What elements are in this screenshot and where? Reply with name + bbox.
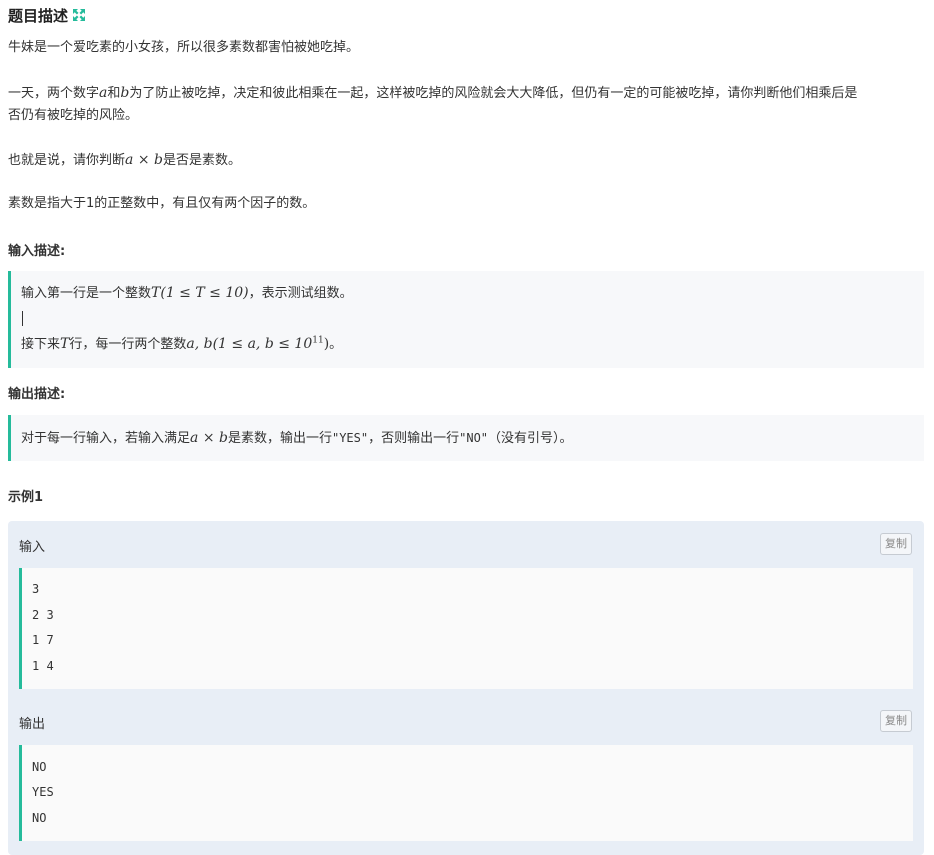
description-paragraph-1: 牛妹是一个爱吃素的小女孩，所以很多素数都害怕被她吃掉。 [8,40,360,55]
output-description-block: 对于每一行输入，若输入满足a × b是素数，输出一行"YES"，否则输出一行"N… [8,415,924,461]
copy-output-button[interactable]: 复制 [880,710,912,732]
input-line2-exponent: 11 [312,335,324,346]
input-description-block: 输入第一行是一个整数T(1 ≤ T ≤ 10)，表示测试组数。 接下来T行，每一… [8,271,924,368]
input-code-line: 1 4 [32,659,54,673]
page-title: 题目描述 [8,6,69,25]
p2-and: 和 [107,86,121,101]
var-b: b [120,85,130,101]
input-line1-a: 输入第一行是一个整数 [21,286,152,301]
example-output-label: 输出 [19,717,46,732]
input-code-line: 3 [32,582,40,596]
output-line-d: （没有引号）。 [488,431,573,446]
example-panel: 输入 复制 3 2 3 1 7 1 4 输出 复制 NO YES NO [8,521,924,855]
input-line1-b: ，表示测试组数。 [248,286,353,301]
input-desc-line-1: 输入第一行是一个整数T(1 ≤ T ≤ 10)，表示测试组数。 [21,282,353,301]
output-desc-line: 对于每一行输入，若输入满足a × b是素数，输出一行"YES"，否则输出一行"N… [21,427,573,446]
output-code-line: NO [32,760,47,774]
output-yes-code: "YES" [331,431,369,445]
output-code-line: YES [32,785,54,799]
input-line1-math: T(1 ≤ T ≤ 10) [151,285,249,301]
input-line2-T: T [60,336,70,352]
output-line-c: ，否则输出一行 [368,431,460,446]
output-description-label: 输出描述: [8,387,66,402]
description-paragraph-2: 一天，两个数字a和b为了防止被吃掉，决定和彼此相乘在一起，这样被吃掉的风险就会大… [8,82,926,127]
input-description-label: 输入描述: [8,244,66,259]
p3-text-a: 也就是说，请你判断 [8,153,126,168]
input-code-line: 2 3 [32,608,54,622]
expand-arrows-icon[interactable] [72,8,86,22]
input-line2-a: 接下来 [21,337,61,352]
example-label: 示例1 [8,490,44,505]
description-paragraph-4: 素数是指大于1的正整数中，有且仅有两个因子的数。 [8,196,316,211]
p3-text-b: 是否是素数。 [162,153,241,168]
p2-text-b: 为了防止被吃掉，决定和彼此相乘在一起，这样被吃掉的风险就会大大降低，但仍有一定的… [129,86,858,101]
output-no-code: "NO" [459,431,489,445]
output-line-a: 对于每一行输入，若输入满足 [21,431,191,446]
text-cursor [22,311,23,326]
problem-title-row: 题目描述 [8,4,86,26]
input-line2-math: a, b(1 ≤ a, b ≤ 10 [186,336,313,352]
input-line2-b: 行，每一行两个整数 [69,337,187,352]
input-line2-c: 。 [329,337,343,352]
example-input-code: 3 2 3 1 7 1 4 [19,568,913,689]
output-code-line: NO [32,811,47,825]
output-line-math: a × b [190,430,228,446]
copy-input-button[interactable]: 复制 [880,533,912,555]
p3-math: a × b [125,152,163,168]
example-output-code: NO YES NO [19,745,913,841]
description-paragraph-3: 也就是说，请你判断a × b是否是素数。 [8,149,926,172]
p2-line2: 否仍有被吃掉的风险。 [8,108,139,123]
output-line-b: 是素数，输出一行 [227,431,332,446]
example-input-label: 输入 [19,540,46,555]
input-code-line: 1 7 [32,633,54,647]
input-desc-line-2: 接下来T行，每一行两个整数a, b(1 ≤ a, b ≤ 1011)。 [21,333,342,352]
p2-text-a: 一天，两个数字 [8,86,100,101]
